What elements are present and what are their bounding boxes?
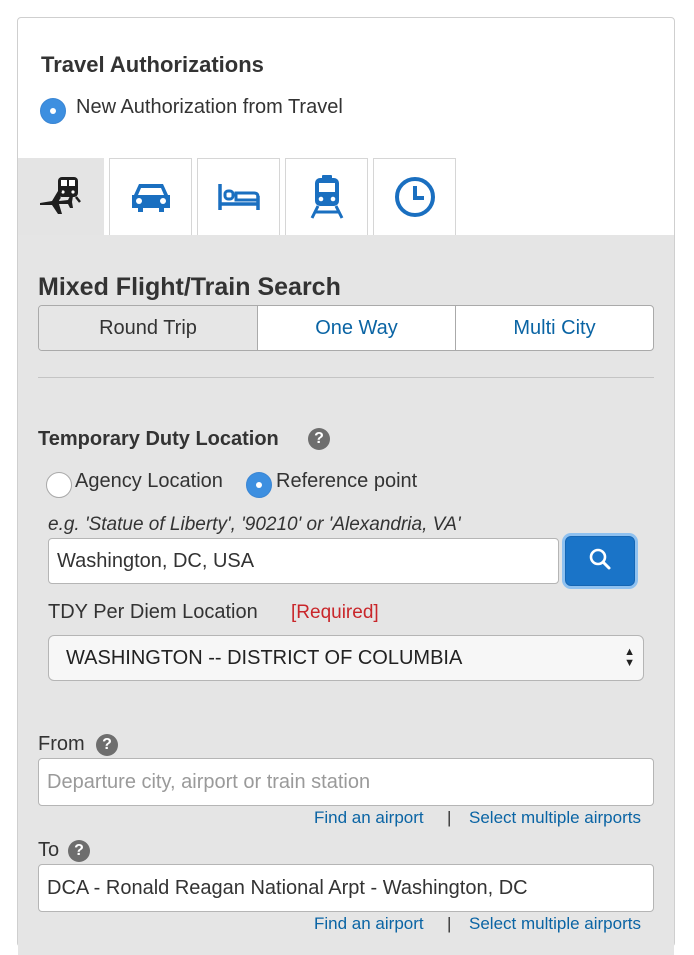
per-diem-location-select[interactable]: WASHINGTON -- DISTRICT OF COLUMBIA ▲ ▼ xyxy=(48,635,644,681)
to-find-airport-link[interactable]: Find an airport xyxy=(314,914,424,934)
to-select-multiple-airports-link[interactable]: Select multiple airports xyxy=(469,914,641,934)
clock-icon xyxy=(394,176,436,218)
from-label: From xyxy=(38,733,85,755)
link-separator: | xyxy=(447,914,452,933)
mixed-search-panel: Mixed Flight/Train Search Round Trip One… xyxy=(18,235,674,955)
search-title: Mixed Flight/Train Search xyxy=(38,273,341,301)
tdy-help-icon[interactable]: ? xyxy=(308,428,330,450)
round-trip-button[interactable]: Round Trip xyxy=(39,306,257,350)
tab-hotel[interactable] xyxy=(197,158,280,235)
tdy-location-label: Temporary Duty Location xyxy=(38,428,279,450)
one-way-button[interactable]: One Way xyxy=(257,306,455,350)
divider xyxy=(38,377,654,378)
from-select-multiple-airports-link[interactable]: Select multiple airports xyxy=(469,808,641,828)
reference-point-label[interactable]: Reference point xyxy=(276,470,417,493)
agency-location-label[interactable]: Agency Location xyxy=(75,470,223,493)
link-separator: | xyxy=(447,808,452,827)
reference-point-radio[interactable] xyxy=(246,472,272,498)
flight-train-icon xyxy=(38,175,84,219)
select-arrows-icon: ▲ ▼ xyxy=(624,646,635,669)
to-label: To xyxy=(38,839,60,861)
location-example-hint: e.g. 'Statue of Liberty', '90210' or 'Al… xyxy=(48,514,461,535)
required-indicator: [Required] xyxy=(291,602,379,623)
to-input[interactable] xyxy=(38,864,654,912)
trip-type-selector: Round Trip One Way Multi City xyxy=(38,305,654,351)
new-authorization-label[interactable]: New Authorization from Travel xyxy=(76,96,343,119)
tab-recent[interactable] xyxy=(373,158,456,235)
from-input[interactable] xyxy=(38,758,654,806)
train-icon xyxy=(310,175,344,219)
per-diem-location-value: WASHINGTON -- DISTRICT OF COLUMBIA xyxy=(66,646,463,669)
tab-car[interactable] xyxy=(109,158,192,235)
hotel-bed-icon xyxy=(217,182,261,212)
per-diem-label: TDY Per Diem Location xyxy=(48,601,258,623)
agency-location-radio[interactable] xyxy=(46,472,72,498)
auth-title: Travel Authorizations xyxy=(41,52,264,77)
search-icon xyxy=(588,547,612,576)
tab-flight-train[interactable] xyxy=(18,158,104,235)
travel-panel: Travel Authorizations New Authorization … xyxy=(17,17,675,955)
location-search-button[interactable] xyxy=(565,536,635,586)
new-authorization-radio[interactable] xyxy=(40,98,66,124)
car-icon xyxy=(130,180,172,214)
to-help-icon[interactable]: ? xyxy=(68,840,90,862)
multi-city-button[interactable]: Multi City xyxy=(455,306,653,350)
from-help-icon[interactable]: ? xyxy=(96,734,118,756)
tdy-location-input[interactable] xyxy=(48,538,559,584)
from-find-airport-link[interactable]: Find an airport xyxy=(314,808,424,828)
tab-train[interactable] xyxy=(285,158,368,235)
